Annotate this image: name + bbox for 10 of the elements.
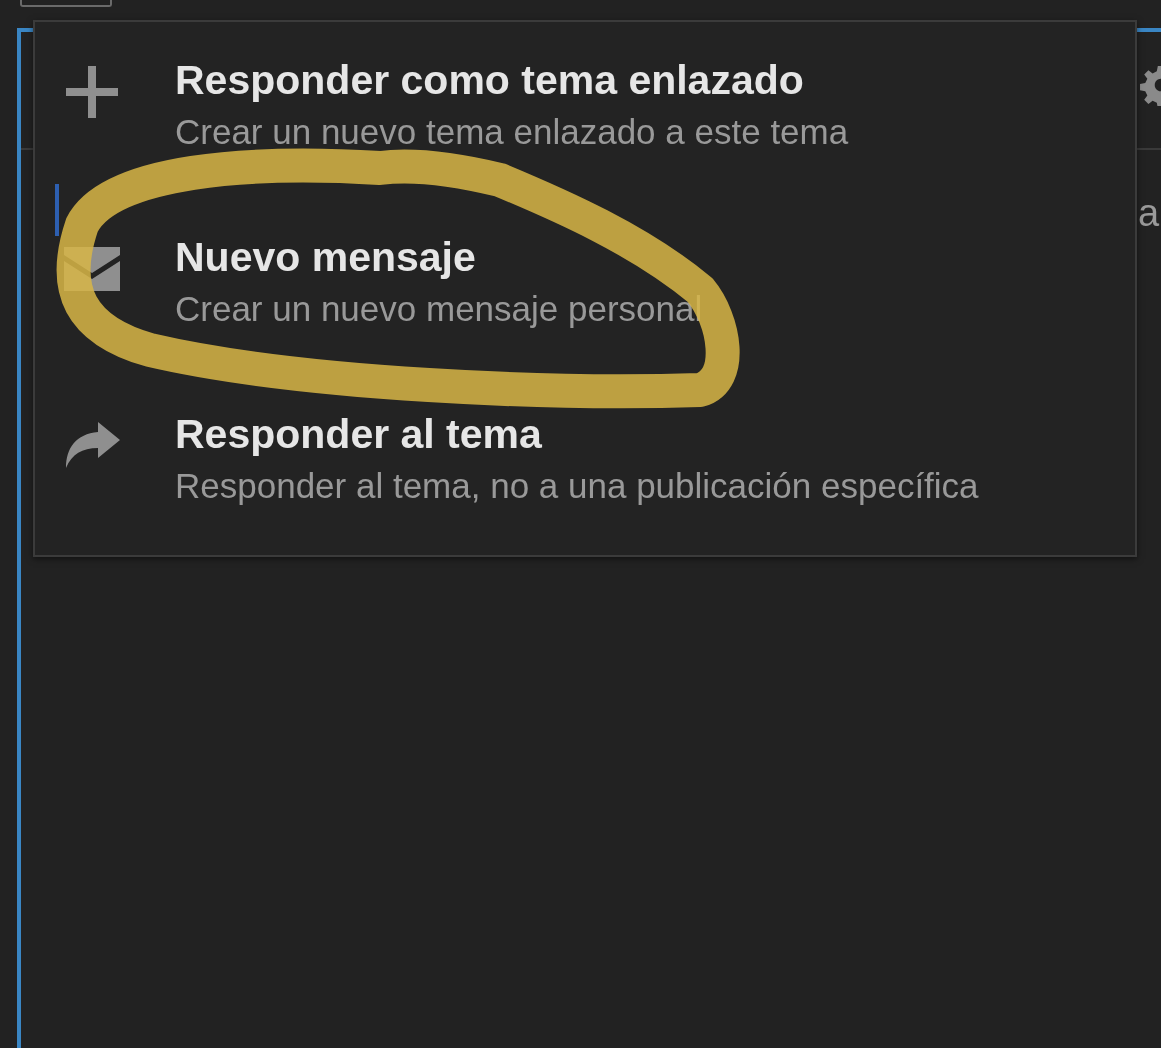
toolbar-button[interactable] [20, 0, 112, 7]
menu-item-description: Crear un nuevo tema enlazado a este tema [175, 111, 849, 153]
menu-item-title: Responder al tema [175, 410, 543, 458]
menu-item[interactable]: Responder al tema Responder al tema, no a una publicación específica [35, 410, 1135, 587]
menu-item-title: Nuevo mensaje [175, 233, 477, 281]
menu-item-description: Responder al tema, no a una publicación específica [175, 465, 979, 507]
panel-text: a [1138, 192, 1160, 234]
menu-item-title: Responder como tema enlazado [175, 56, 805, 104]
focus-indicator [55, 184, 59, 236]
menu-item[interactable]: Responder como tema enlazado Crear un nuevo tema enlazado a este tema [35, 56, 1135, 233]
